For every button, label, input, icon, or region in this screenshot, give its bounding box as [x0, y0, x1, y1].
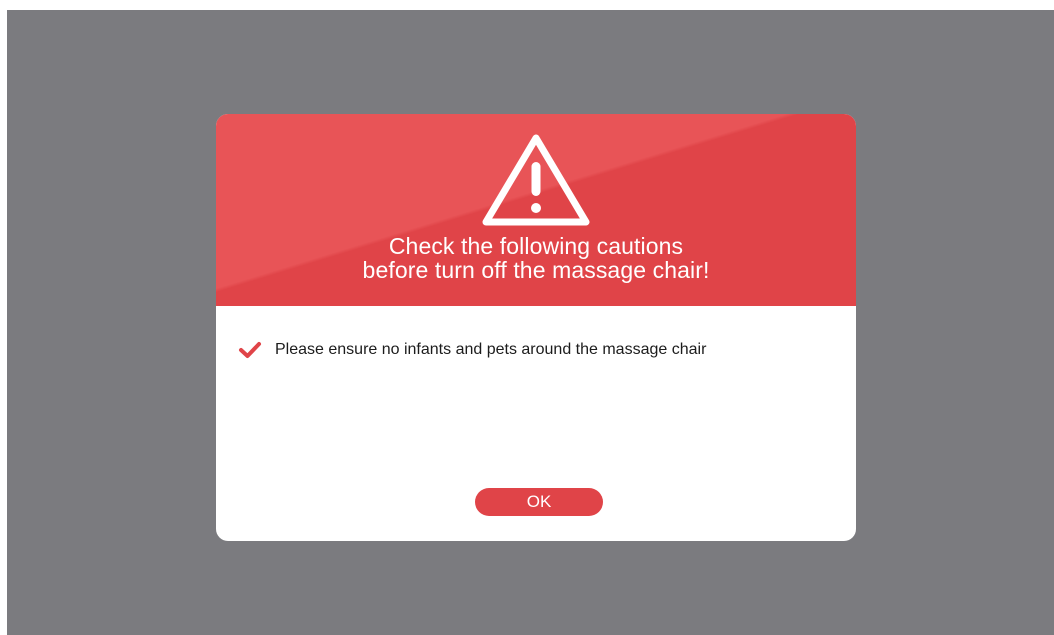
checkmark-icon — [239, 342, 261, 358]
dialog-header: Check the following cautions before turn… — [216, 114, 856, 306]
dialog-title-line-2: before turn off the massage chair! — [362, 257, 710, 283]
caution-text: Please ensure no infants and pets around… — [275, 341, 707, 358]
dialog-title: Check the following cautions before turn… — [216, 234, 856, 282]
caution-dialog: Check the following cautions before turn… — [216, 114, 856, 541]
warning-triangle-icon — [482, 134, 590, 226]
dialog-title-line-1: Check the following cautions — [388, 233, 684, 259]
ok-button[interactable]: OK — [475, 488, 603, 516]
screen-backdrop: Check the following cautions before turn… — [7, 10, 1054, 635]
caution-item: Please ensure no infants and pets around… — [238, 338, 706, 362]
